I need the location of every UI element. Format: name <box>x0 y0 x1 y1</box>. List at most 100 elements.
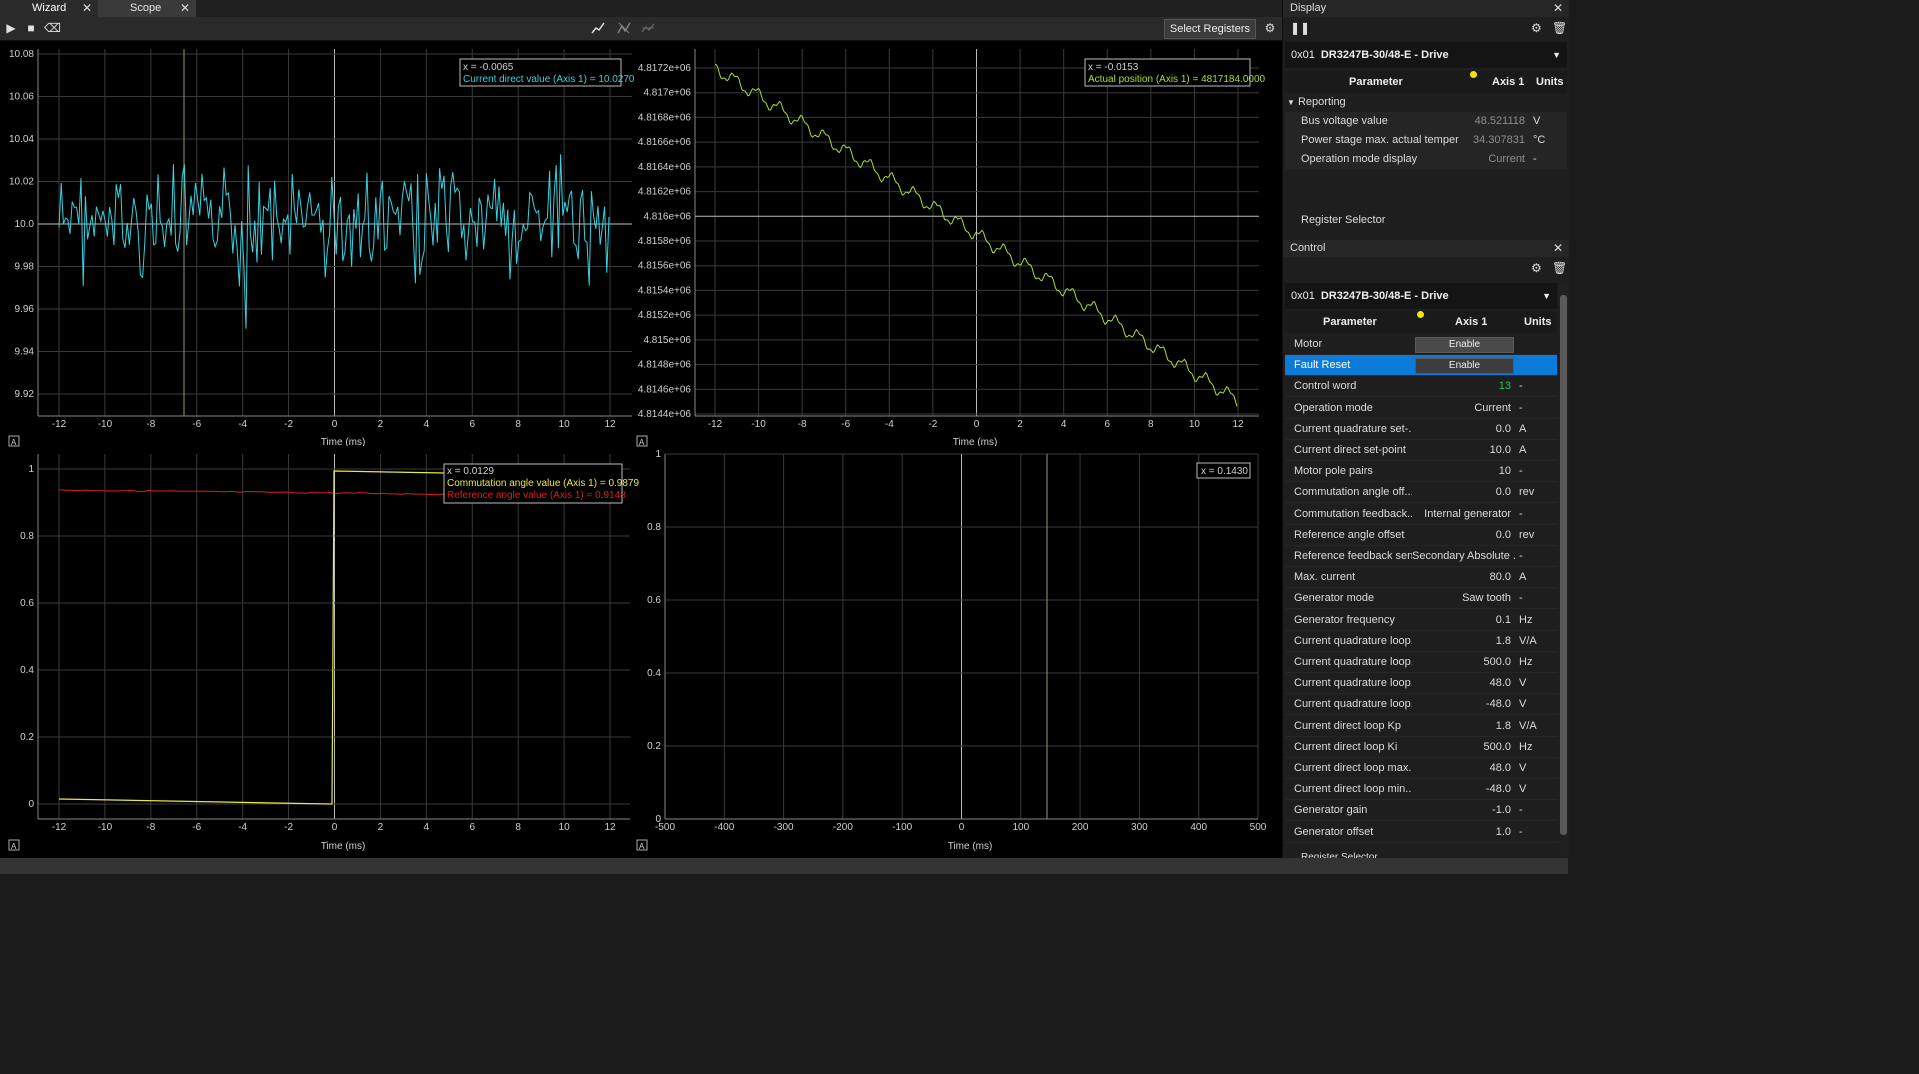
y-tick-label: 4.815e+06 <box>643 335 691 346</box>
control-row[interactable]: Motor Enable <box>1285 334 1557 355</box>
close-icon[interactable]: ✕ <box>82 0 92 17</box>
y-tick-label: 0.4 <box>647 668 661 679</box>
scrollbar[interactable] <box>1559 283 1568 856</box>
control-row[interactable]: Commutation feedback... Internal generato… <box>1285 504 1557 525</box>
control-row[interactable]: Current quadrature loop... 500.0 Hz <box>1285 652 1557 673</box>
plot-angles[interactable]: 1 0.8 0.6 0.4 0.2 0 -12 -10 -8 -6 -4 -2 0 2 4 6 8 10 12 T… <box>20 446 639 852</box>
y-tick-label: 10.08 <box>9 49 34 60</box>
x-tick-label: 2 <box>378 822 384 833</box>
control-row[interactable]: Current quadrature loop... -48.0 V <box>1285 694 1557 716</box>
control-row[interactable]: Reference feedback sen... Secondary Absol… <box>1285 546 1557 567</box>
param-value[interactable]: -48.0 <box>1412 779 1515 800</box>
play-icon[interactable]: ▶ <box>3 20 19 36</box>
close-icon[interactable]: ✕ <box>180 0 190 17</box>
control-row[interactable]: Current quadrature loop... 1.8 V/A <box>1285 631 1557 652</box>
control-row[interactable]: Reference angle offset 0.0 rev <box>1285 525 1557 546</box>
param-value[interactable]: Secondary Absolute ... <box>1412 546 1515 567</box>
param-name: Bus voltage value <box>1301 115 1388 127</box>
param-value[interactable]: 0.0 <box>1412 525 1515 546</box>
param-value[interactable]: 500.0 <box>1412 652 1515 673</box>
close-icon[interactable]: ✕ <box>1553 240 1563 257</box>
control-row[interactable]: Operation mode Current - <box>1285 398 1557 419</box>
y-tick-label: 0.2 <box>647 741 661 752</box>
tab-scope[interactable]: Scope ✕ <box>98 0 196 17</box>
line-chart-alt-icon[interactable] <box>616 20 632 36</box>
x-tick-label: 8 <box>1148 419 1154 430</box>
line-chart-icon[interactable] <box>590 20 606 36</box>
x-tick-label: 0 <box>974 419 980 430</box>
param-value[interactable]: 0.0 <box>1412 482 1515 503</box>
group-reporting[interactable]: ▼ Reporting <box>1287 96 1346 108</box>
param-value[interactable]: 500.0 <box>1412 737 1515 758</box>
register-selector[interactable]: Register Selector <box>1301 214 1385 226</box>
param-value: 34.307831 <box>1473 134 1525 146</box>
param-value[interactable]: 1.8 <box>1412 716 1515 737</box>
device-selector[interactable]: 0x01 DR3247B-30/48-E - Drive ▼ <box>1285 283 1557 309</box>
x-tick-label: -4 <box>238 419 247 430</box>
control-row[interactable]: Control word 13 - <box>1285 376 1557 398</box>
control-row[interactable]: Motor pole pairs 10 - <box>1285 461 1557 483</box>
y-tick-label: 10.0 <box>15 219 35 230</box>
grid <box>694 41 1259 417</box>
gear-icon[interactable]: ⚙ <box>1531 21 1542 35</box>
control-row[interactable]: Generator frequency 0.1 Hz <box>1285 610 1557 631</box>
gear-icon[interactable]: ⚙ <box>1531 261 1542 275</box>
param-value[interactable]: Current <box>1412 398 1515 419</box>
line-chart-off-icon[interactable] <box>640 20 656 36</box>
param-value[interactable]: Saw tooth <box>1412 588 1515 609</box>
autoscale-button[interactable]: A <box>8 435 20 447</box>
param-value[interactable]: 13 <box>1412 376 1515 397</box>
param-value[interactable]: 48.0 <box>1412 673 1515 694</box>
control-row[interactable]: Current quadrature set-... 0.0 A <box>1285 419 1557 440</box>
enable-button[interactable]: Enable <box>1415 337 1514 353</box>
param-value[interactable]: 10 <box>1412 461 1515 482</box>
plot-current-direct[interactable]: 10.08 10.06 10.04 10.02 10.0 9.98 9.96 9.94 9.92… <box>9 41 635 448</box>
device-selector[interactable]: 0x01 DR3247B-30/48-E - Drive ▼ <box>1285 42 1567 68</box>
control-row[interactable]: Current direct loop Ki 500.0 Hz <box>1285 737 1557 758</box>
control-row[interactable]: Current direct loop max... 48.0 V <box>1285 758 1557 779</box>
control-row[interactable]: Commutation angle off... 0.0 rev <box>1285 482 1557 504</box>
control-row[interactable]: Generator offset 1.0 - <box>1285 822 1557 843</box>
plots-canvas[interactable]: 10.08 10.06 10.04 10.02 10.0 9.98 9.96 9.94 9.92… <box>0 41 1282 858</box>
param-value[interactable]: 1.0 <box>1412 822 1515 843</box>
enable-button[interactable]: Enable <box>1415 358 1514 375</box>
control-row[interactable]: Current direct loop min... -48.0 V <box>1285 779 1557 801</box>
x-tick-label: -10 <box>98 419 113 430</box>
control-row[interactable]: Max. current 80.0 A <box>1285 567 1557 589</box>
param-value[interactable]: 10.0 <box>1412 440 1515 461</box>
trash-icon[interactable]: 🗑 <box>1552 21 1567 35</box>
param-value[interactable]: 1.8 <box>1412 631 1515 652</box>
y-tick-label: 4.8172e+06 <box>638 63 692 74</box>
plot-empty[interactable]: 1 0.8 0.6 0.4 0.2 0 -500 -400 -300 -200 -100 0 100 2… <box>647 446 1267 852</box>
scrollbar-thumb[interactable] <box>1560 295 1567 835</box>
select-registers-button[interactable]: Select Registers <box>1163 19 1256 39</box>
autoscale-button[interactable]: A <box>8 839 20 851</box>
eraser-icon[interactable]: ⌫ <box>44 20 61 36</box>
plot-actual-position[interactable]: 4.8172e+06 4.817e+06 4.8168e+06 4.8166e+06 4… <box>638 41 1266 448</box>
x-tick-label: 12 <box>1232 419 1244 430</box>
control-row[interactable]: Current quadrature loop... 48.0 V <box>1285 673 1557 695</box>
x-tick-label: 8 <box>515 822 521 833</box>
autoscale-button[interactable]: A <box>636 435 648 447</box>
param-value[interactable]: 80.0 <box>1412 567 1515 588</box>
control-row[interactable]: Generator mode Saw tooth - <box>1285 588 1557 610</box>
param-value[interactable]: 48.0 <box>1412 758 1515 779</box>
pause-icon[interactable]: ❚❚ <box>1290 21 1310 35</box>
control-row[interactable]: Fault Reset Enable <box>1285 355 1557 377</box>
tab-wizard[interactable]: Wizard ✕ <box>0 0 98 17</box>
control-row[interactable]: Current direct set-point 10.0 A <box>1285 440 1557 461</box>
param-value[interactable]: -1.0 <box>1412 800 1515 821</box>
param-value[interactable]: Internal generator <box>1412 504 1515 525</box>
param-name: Current direct loop min... <box>1294 783 1412 796</box>
gear-icon[interactable]: ⚙ <box>1262 20 1278 36</box>
stop-icon[interactable]: ■ <box>23 20 39 36</box>
close-icon[interactable]: ✕ <box>1553 0 1563 17</box>
autoscale-button[interactable]: A <box>636 839 648 851</box>
trash-icon[interactable]: 🗑 <box>1552 261 1567 275</box>
grid <box>664 446 1259 820</box>
param-value[interactable]: 0.1 <box>1412 610 1515 631</box>
control-row[interactable]: Generator gain -1.0 - <box>1285 800 1557 822</box>
control-row[interactable]: Current direct loop Kp 1.8 V/A <box>1285 716 1557 737</box>
param-value[interactable]: -48.0 <box>1412 694 1515 715</box>
param-value[interactable]: 0.0 <box>1412 419 1515 440</box>
